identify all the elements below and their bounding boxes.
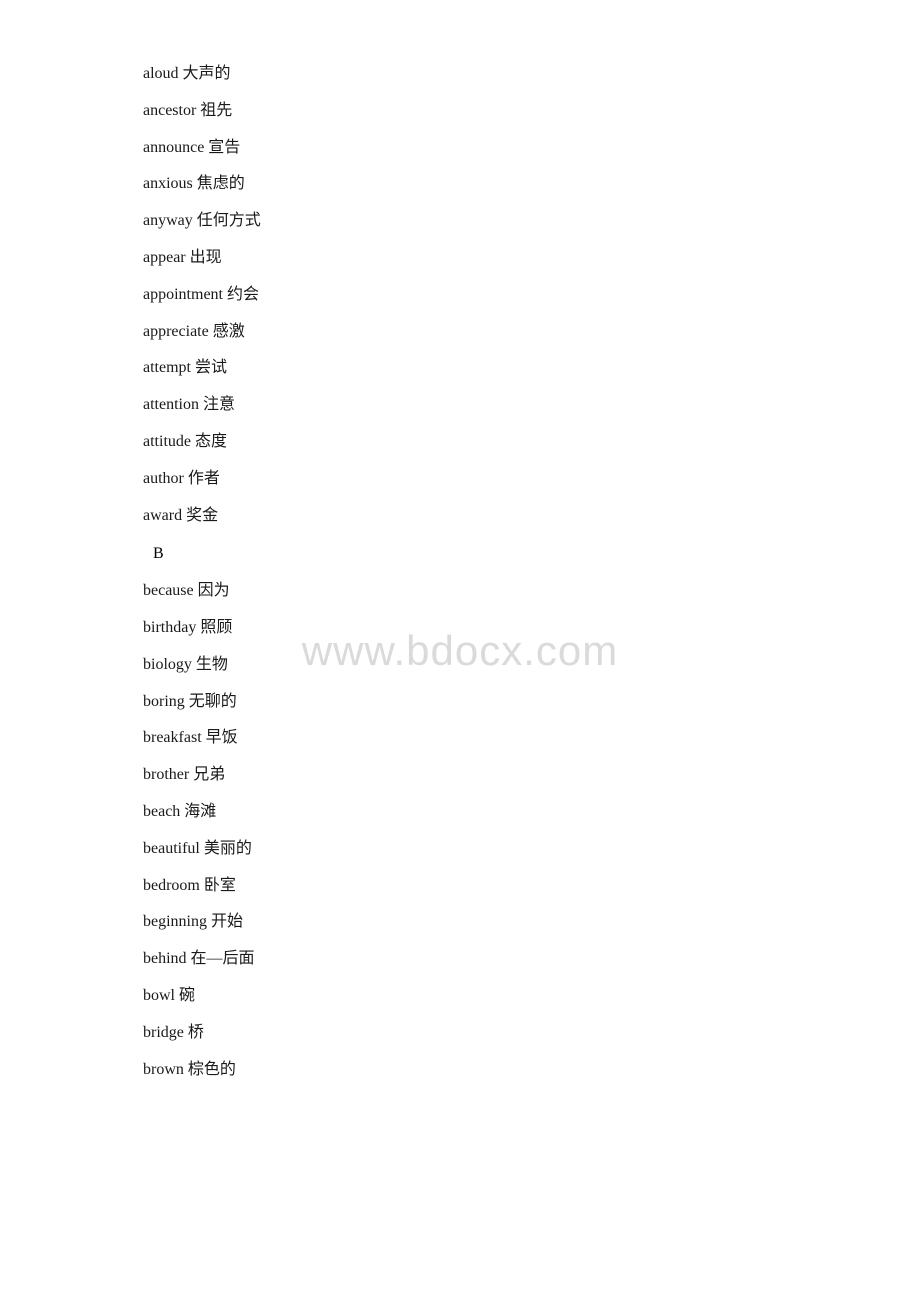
- word-entry-attention: attention 注意: [143, 391, 777, 420]
- word-entry-boring: boring 无聊的: [143, 688, 777, 717]
- word-entry-anxious: anxious 焦虑的: [143, 170, 777, 199]
- entries-a-section: aloud 大声的 ancestor 祖先 announce 宣告 anxious 焦…: [143, 60, 777, 530]
- word-entry-aloud: aloud 大声的: [143, 60, 777, 89]
- word-entry-author: author 作者: [143, 465, 777, 494]
- word-entry-bowl: bowl 碗: [143, 982, 777, 1011]
- word-entry-beautiful: beautiful 美丽的: [143, 835, 777, 864]
- entries-b-section: because 因为 birthday 照顾 biology 生物 boring 无聊…: [143, 577, 777, 1084]
- section-b-header: B: [143, 540, 777, 569]
- word-entry-biology: biology 生物: [143, 651, 777, 680]
- word-entry-behind: behind 在—后面: [143, 945, 777, 974]
- page-content: aloud 大声的 ancestor 祖先 announce 宣告 anxious 焦…: [0, 0, 920, 1152]
- word-entry-beach: beach 海滩: [143, 798, 777, 827]
- word-entry-because: because 因为: [143, 577, 777, 606]
- word-entry-award: award 奖金: [143, 502, 777, 531]
- word-entry-appreciate: appreciate 感激: [143, 318, 777, 347]
- word-entry-beginning: beginning 开始: [143, 908, 777, 937]
- word-entry-anyway: anyway 任何方式: [143, 207, 777, 236]
- word-entry-appear: appear 出现: [143, 244, 777, 273]
- word-entry-bridge: bridge 桥: [143, 1019, 777, 1048]
- word-entry-appointment: appointment 约会: [143, 281, 777, 310]
- word-entry-ancestor: ancestor 祖先: [143, 97, 777, 126]
- word-entry-bedroom: bedroom 卧室: [143, 872, 777, 901]
- word-entry-breakfast: breakfast 早饭: [143, 724, 777, 753]
- word-entry-brown: brown 棕色的: [143, 1056, 777, 1085]
- word-entry-brother: brother 兄弟: [143, 761, 777, 790]
- word-entry-attempt: attempt 尝试: [143, 354, 777, 383]
- word-entry-birthday: birthday 照顾: [143, 614, 777, 643]
- word-entry-attitude: attitude 态度: [143, 428, 777, 457]
- word-entry-announce: announce 宣告: [143, 134, 777, 163]
